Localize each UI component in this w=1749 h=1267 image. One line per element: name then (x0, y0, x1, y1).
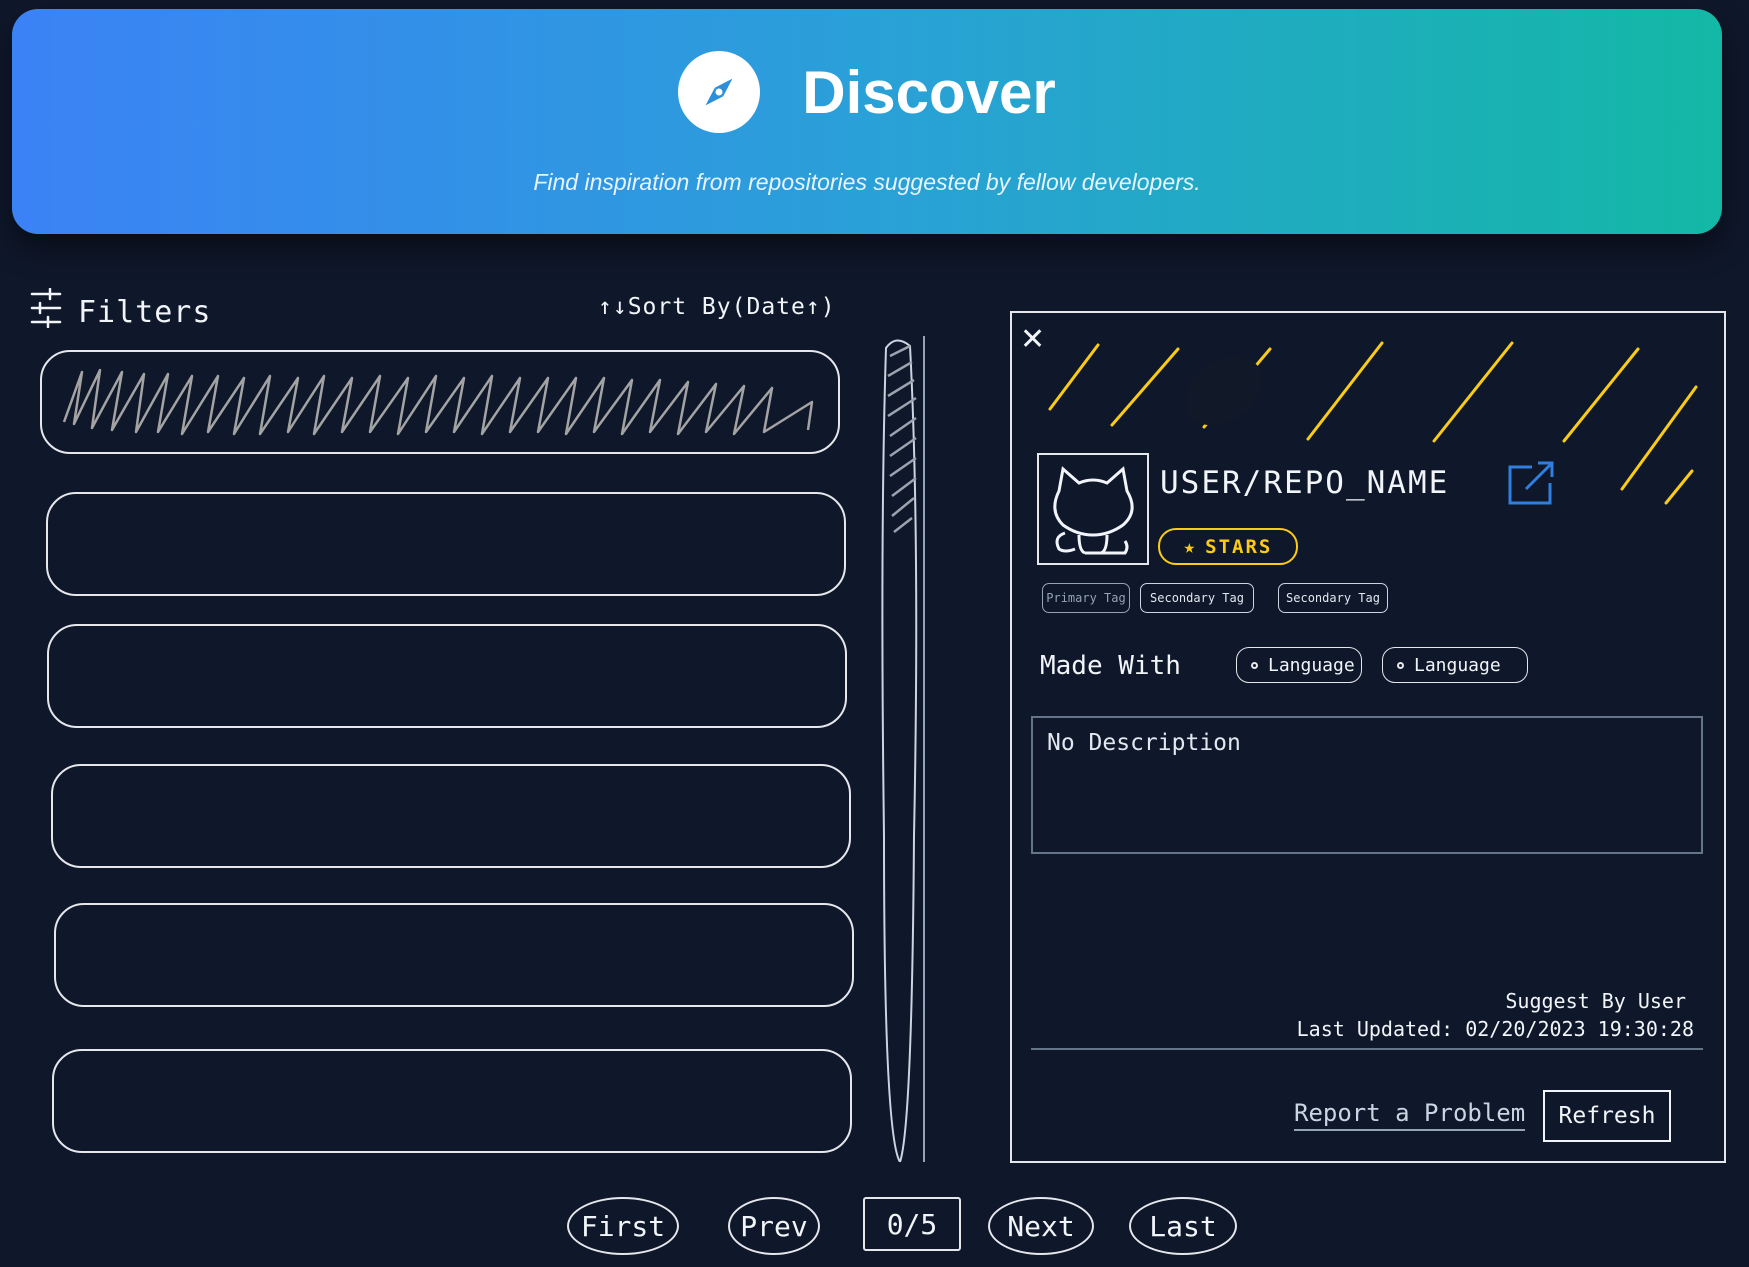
divider (1031, 1048, 1703, 1050)
list-scrollbar[interactable] (876, 336, 926, 1165)
banner-title-row: Discover (12, 51, 1722, 133)
language-chip[interactable]: Language (1236, 647, 1362, 683)
page-title: Discover (802, 58, 1056, 126)
page-counter: 0/5 (863, 1197, 961, 1251)
description-box: No Description (1031, 716, 1703, 854)
prev-page-button[interactable]: Prev (728, 1197, 820, 1255)
discover-banner: Discover Find inspiration from repositor… (12, 9, 1722, 234)
repo-card[interactable] (54, 903, 854, 1007)
first-page-button[interactable]: First (567, 1197, 679, 1255)
made-with-label: Made With (1040, 651, 1181, 681)
report-problem-link[interactable]: Report a Problem (1294, 1099, 1526, 1131)
stars-badge: ★ STARS (1158, 528, 1298, 565)
star-icon: ★ (1183, 535, 1198, 558)
repo-card[interactable] (47, 624, 847, 728)
primary-tag[interactable]: Primary Tag (1042, 583, 1130, 613)
loading-scribble (62, 368, 814, 436)
external-link-icon[interactable] (1506, 459, 1558, 507)
page-subtitle: Find inspiration from repositories sugge… (533, 169, 1201, 195)
repo-card-loading[interactable] (40, 350, 840, 454)
repo-detail-panel: ✕ USER/REPO_NAME ★ STARS Primary Tag Sec… (1010, 311, 1726, 1163)
suggested-by: Suggest By User (1505, 989, 1686, 1013)
language-chip[interactable]: Language (1382, 647, 1528, 683)
description-text: No Description (1047, 730, 1241, 756)
close-icon[interactable]: ✕ (1020, 325, 1045, 355)
sort-button[interactable]: ↑↓Sort By(Date↑) (598, 294, 836, 320)
language-dot-icon (1397, 661, 1404, 669)
filters-label: Filters (78, 294, 212, 330)
filters-button[interactable]: Filters (30, 287, 212, 336)
last-updated: Last Updated: 02/20/2023 19:30:28 (1296, 1017, 1694, 1041)
repo-card[interactable] (52, 1049, 852, 1153)
secondary-tag[interactable]: Secondary Tag (1140, 583, 1254, 613)
secondary-tag[interactable]: Secondary Tag (1278, 583, 1388, 613)
github-avatar-icon (1037, 453, 1149, 565)
next-page-button[interactable]: Next (988, 1197, 1094, 1255)
language-dot-icon (1251, 661, 1258, 669)
repo-card[interactable] (46, 492, 846, 596)
repo-card[interactable] (51, 764, 851, 868)
repo-name[interactable]: USER/REPO_NAME (1160, 465, 1449, 501)
refresh-button[interactable]: Refresh (1543, 1090, 1671, 1142)
last-page-button[interactable]: Last (1129, 1197, 1237, 1255)
sliders-icon (30, 287, 62, 336)
compass-icon (678, 51, 761, 133)
